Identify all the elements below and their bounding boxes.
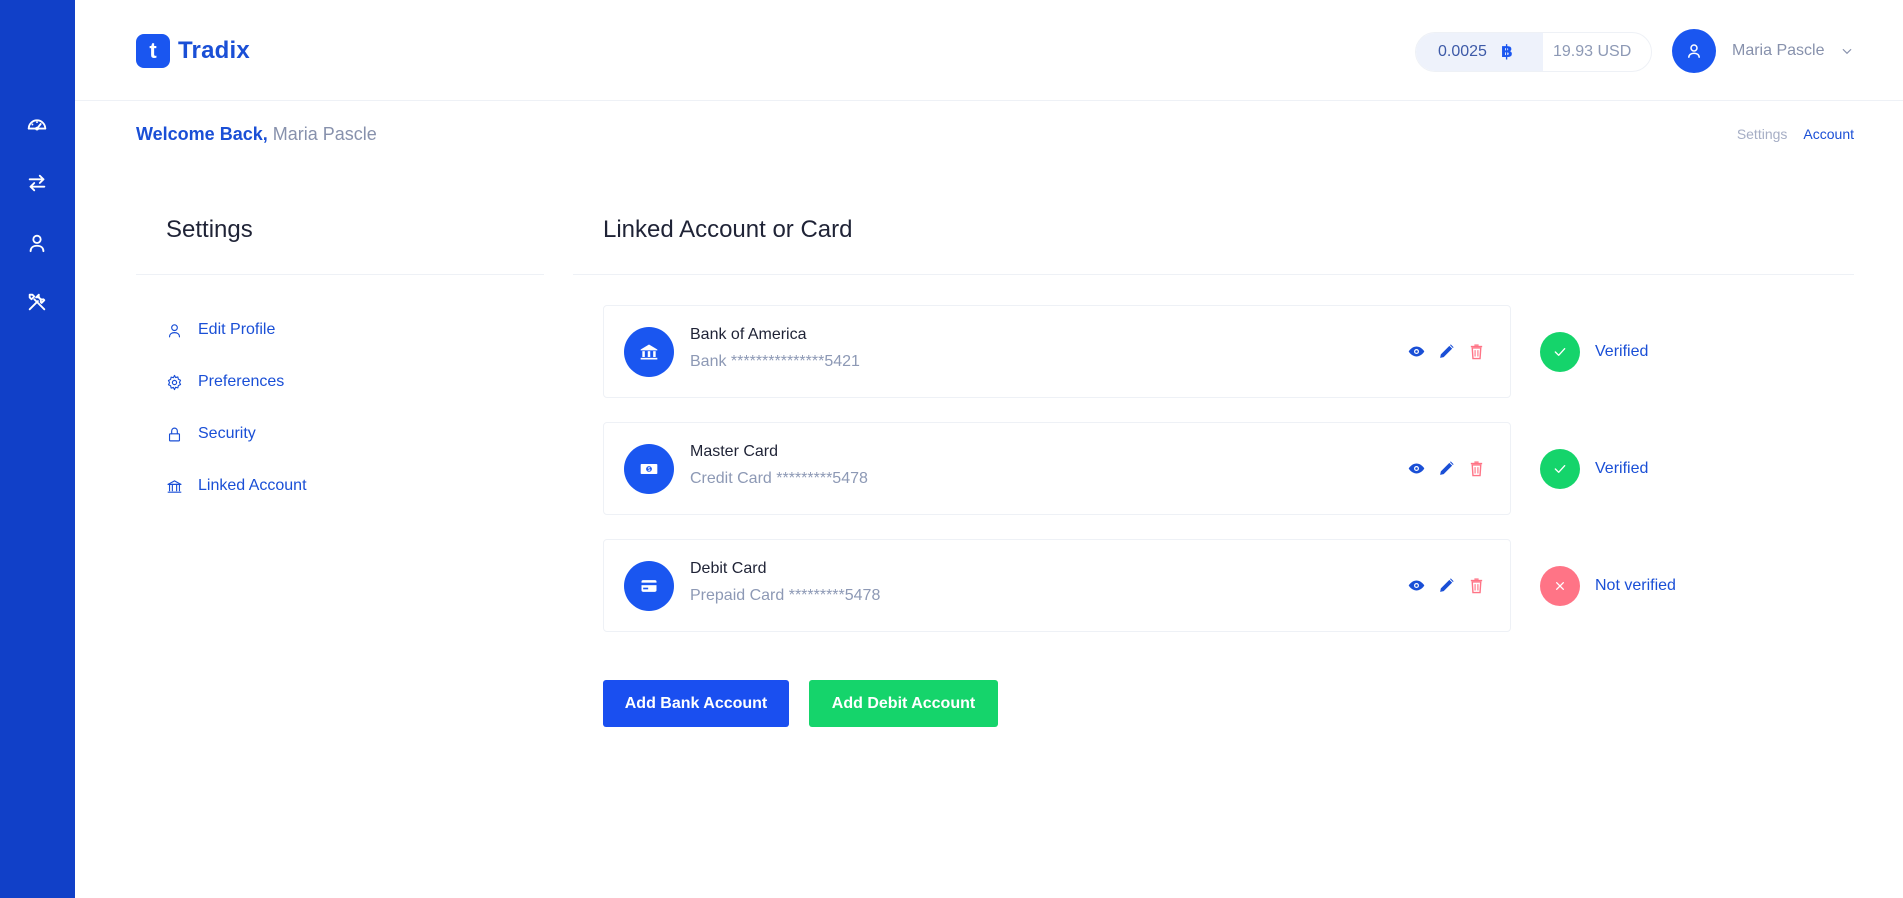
verification-status: Verified [1540, 449, 1648, 489]
btc-balance: 0.0025 ฿ [1416, 33, 1543, 71]
settings-menu-label: Security [198, 425, 256, 442]
verification-status: Verified [1540, 332, 1648, 372]
status-label: Not verified [1595, 577, 1676, 594]
logo-mark-icon: t [136, 34, 170, 68]
status-label: Verified [1595, 343, 1649, 360]
account-number: Prepaid Card *********5478 [690, 587, 881, 604]
settings-menu-security[interactable]: Security [166, 425, 256, 443]
balance-widget[interactable]: 0.0025 ฿ 19.93 USD [1415, 32, 1652, 72]
eye-icon[interactable] [1407, 576, 1425, 594]
settings-menu-label: Linked Account [198, 477, 307, 494]
welcome-message: Welcome Back, Maria Pascle [136, 124, 377, 145]
pencil-icon[interactable] [1437, 576, 1455, 594]
bitcoin-icon: ฿ [1500, 42, 1513, 61]
account-number: Credit Card *********5478 [690, 470, 868, 487]
settings-menu-preferences[interactable]: Preferences [166, 373, 284, 391]
close-icon [1540, 566, 1580, 606]
account-actions [1407, 342, 1485, 360]
linked-account-card: Debit Card Prepaid Card *********5478 [603, 539, 1511, 632]
account-actions [1407, 459, 1485, 477]
user-name: Maria Pascle [1732, 42, 1825, 59]
account-name: Bank of America [690, 326, 807, 343]
account-name: Debit Card [690, 560, 767, 577]
trash-icon[interactable] [1467, 342, 1485, 360]
user-icon [1688, 44, 1700, 58]
chevron-down-icon[interactable] [1840, 44, 1854, 58]
user-menu[interactable]: Maria Pascle [1672, 29, 1854, 73]
settings-menu-label: Preferences [198, 373, 285, 390]
add-bank-account-button[interactable]: Add Bank Account [603, 680, 789, 727]
gear-icon [167, 374, 182, 390]
settings-menu-linked-account[interactable]: Linked Account [166, 477, 307, 495]
breadcrumb-settings[interactable]: Settings [1737, 126, 1788, 142]
check-icon [1540, 449, 1580, 489]
linked-accounts-title: Linked Account or Card [603, 216, 853, 243]
pencil-icon[interactable] [1437, 342, 1455, 360]
sidebar [0, 0, 75, 898]
settings-menu-label: Edit Profile [198, 321, 276, 338]
divider [573, 274, 1854, 275]
bank-icon [624, 327, 674, 377]
user-icon [168, 323, 181, 337]
bank-icon [167, 479, 182, 493]
linked-account-card: Bank of America Bank ***************5421 [603, 305, 1511, 398]
user-icon[interactable] [24, 230, 50, 256]
settings-menu-edit-profile[interactable]: Edit Profile [166, 321, 275, 339]
lock-icon [168, 427, 181, 441]
tools-icon[interactable] [24, 289, 50, 315]
account-actions [1407, 576, 1485, 594]
credit-card-icon [624, 561, 674, 611]
add-debit-account-button[interactable]: Add Debit Account [809, 680, 998, 727]
divider [136, 274, 544, 275]
dashboard-icon[interactable] [24, 111, 50, 137]
verification-status: Not verified [1540, 566, 1676, 606]
breadcrumb-account[interactable]: Account [1803, 126, 1854, 142]
exchange-arrows-icon[interactable] [24, 170, 50, 196]
usd-balance: 19.93 USD [1553, 43, 1632, 60]
check-icon [1540, 332, 1580, 372]
account-number: Bank ***************5421 [690, 353, 860, 370]
btc-balance-value: 0.0025 [1438, 43, 1487, 60]
brand-logo[interactable]: t Tradix [136, 34, 250, 68]
money-icon: $ [624, 444, 674, 494]
welcome-greeting: Welcome Back, [136, 124, 268, 144]
eye-icon[interactable] [1407, 459, 1425, 477]
eye-icon[interactable] [1407, 342, 1425, 360]
trash-icon[interactable] [1467, 576, 1485, 594]
settings-title: Settings [166, 216, 253, 243]
avatar [1672, 29, 1716, 73]
breadcrumb: Settings Account [1737, 126, 1854, 142]
top-header: t Tradix 0.0025 ฿ 19.93 USD Maria Pascle [75, 0, 1903, 101]
linked-account-card: $ Master Card Credit Card *********5478 [603, 422, 1511, 515]
trash-icon[interactable] [1467, 459, 1485, 477]
welcome-user-name: Maria Pascle [272, 124, 377, 144]
status-label: Verified [1595, 460, 1649, 477]
brand-name: Tradix [178, 37, 250, 64]
account-name: Master Card [690, 443, 779, 460]
svg-text:$: $ [648, 467, 651, 473]
pencil-icon[interactable] [1437, 459, 1455, 477]
